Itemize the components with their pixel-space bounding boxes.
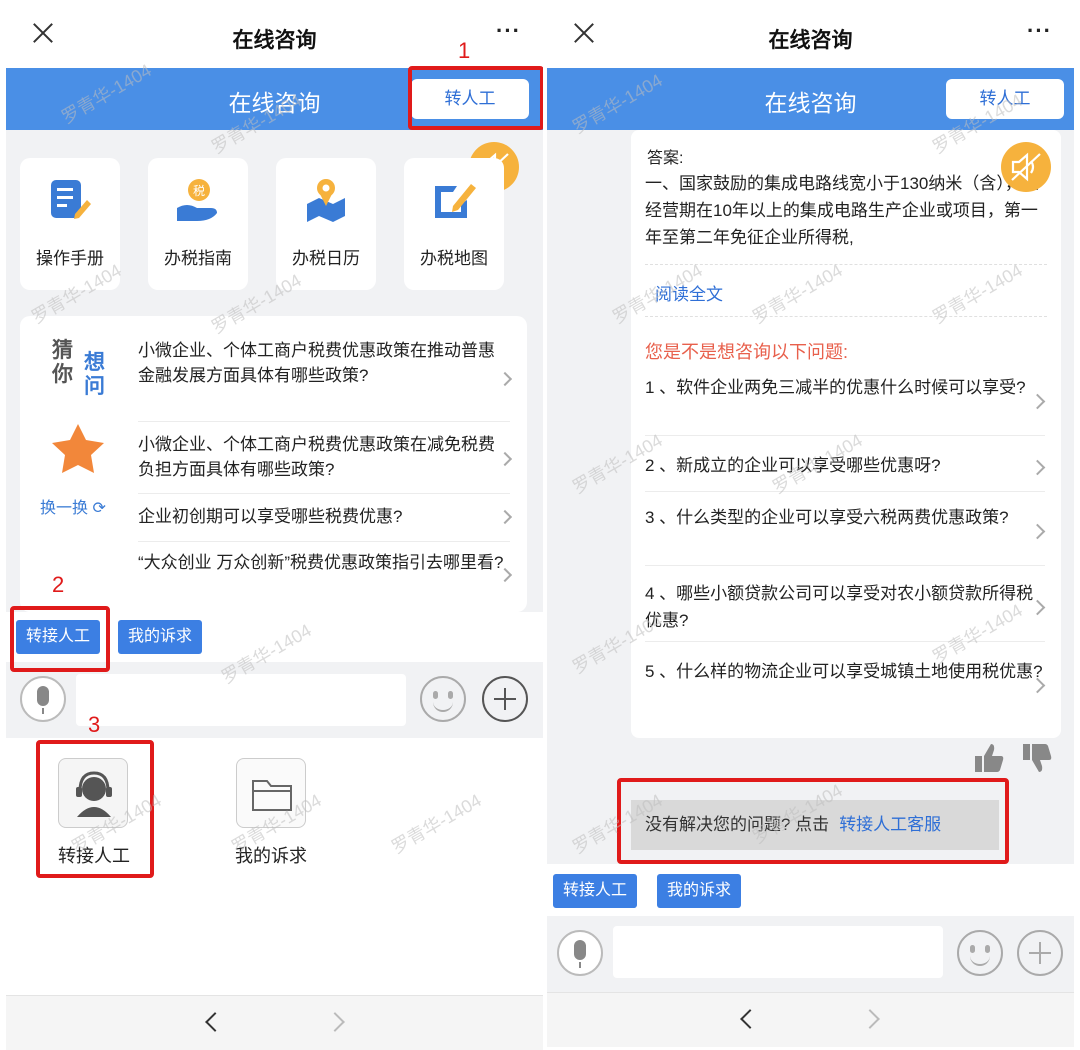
tool-label: 办税日历 — [292, 249, 360, 268]
my-request-button[interactable]: 我的诉求 — [657, 874, 742, 908]
suggestion-title: 您是不是想咨询以下问题: — [645, 342, 848, 362]
more-icon[interactable]: ··· — [1027, 18, 1052, 44]
suggestion-item[interactable]: 1 、软件企业两免三减半的优惠什么时候可以享受? — [645, 374, 1046, 436]
microphone-icon[interactable] — [20, 676, 66, 722]
bottom-nav — [6, 995, 543, 1050]
more-icon[interactable]: ··· — [496, 18, 521, 44]
guess-char-wen: 问 — [84, 375, 105, 398]
microphone-icon[interactable] — [557, 930, 603, 976]
question-text: 企业初创期可以享受哪些税费优惠? — [138, 507, 403, 526]
star-icon — [52, 424, 104, 473]
mute-icon[interactable] — [1001, 142, 1051, 192]
watermark: 罗青华-1404 — [388, 790, 485, 858]
suggestion-text: 4 、哪些小额贷款公司可以享受对农小额贷款所得税优惠? — [645, 584, 1034, 630]
bottom-nav — [547, 992, 1074, 1047]
input-bar — [547, 916, 1074, 992]
forward-icon[interactable] — [325, 1012, 345, 1032]
divider — [645, 316, 1047, 317]
forward-icon[interactable] — [860, 1009, 880, 1029]
input-bar — [6, 662, 543, 738]
tool-tile-manual[interactable]: 操作手册 — [20, 158, 120, 290]
question-text: 小微企业、个体工商户税费优惠政策在推动普惠金融发展方面具体有哪些政策? — [138, 341, 495, 385]
plus-icon[interactable] — [1017, 930, 1063, 976]
folder-icon — [236, 758, 306, 828]
tool-label: 办税指南 — [164, 249, 232, 268]
message-input[interactable] — [613, 926, 943, 978]
question-text: “大众创业 万众创新”税费优惠政策指引去哪里看? — [138, 553, 504, 572]
tool-tile-tax-calendar[interactable]: 办税日历 — [276, 158, 376, 290]
chevron-right-icon — [497, 509, 513, 525]
question-item[interactable]: 企业初创期可以享受哪些税费优惠? — [138, 504, 513, 542]
tax-map-icon — [435, 184, 476, 218]
annotation-box-4 — [617, 778, 1009, 864]
plus-icon[interactable] — [482, 676, 528, 722]
right-screen: 在线咨询 ··· 在线咨询 转人工 答案: 一、国家鼓励的集成电路线宽小于130… — [547, 0, 1074, 1050]
guess-you-ask-card: 猜 你 想 问 换一换 ⟳ 小微企业、个体工商户税费优惠政策在推动普惠金融发展方… — [20, 316, 527, 612]
top-bar: 在线咨询 ··· — [547, 0, 1074, 68]
emoji-icon[interactable] — [420, 676, 466, 722]
annotation-number-3: 3 — [88, 712, 101, 737]
tax-guide-icon: 税 — [177, 179, 217, 221]
answer-bubble: 答案: 一、国家鼓励的集成电路线宽小于130纳米（含），且经营期在10年以上的集… — [631, 130, 1061, 738]
question-item[interactable]: 小微企业、个体工商户税费优惠政策在减免税费负担方面具体有哪些政策? — [138, 432, 513, 494]
thumbs-down-icon[interactable] — [1021, 742, 1053, 774]
chevron-right-icon — [1029, 523, 1046, 540]
suggestion-text: 5 、什么样的物流企业可以享受城镇土地使用税优惠? — [645, 662, 1043, 681]
annotation-number-1: 1 — [458, 38, 471, 63]
chevron-right-icon — [1029, 459, 1046, 476]
tax-calendar-icon — [307, 179, 345, 222]
suggestion-item[interactable]: 3 、什么类型的企业可以享受六税两费优惠政策? — [645, 504, 1046, 566]
answer-text: 一、国家鼓励的集成电路线宽小于130纳米（含），且经营期在10年以上的集成电路生… — [645, 174, 1039, 247]
quick-button-bar: 转接人工 我的诉求 — [547, 864, 1074, 916]
guess-side: 猜 你 想 问 换一换 ⟳ — [40, 330, 120, 600]
emoji-icon[interactable] — [957, 930, 1003, 976]
message-input[interactable] — [76, 674, 406, 726]
answer-label: 答案: — [647, 150, 684, 167]
guess-char-ni: 你 — [52, 363, 73, 386]
manual-icon — [51, 180, 91, 219]
suggestion-text: 3 、什么类型的企业可以享受六税两费优惠政策? — [645, 508, 1009, 527]
transfer-to-human-button[interactable]: 转人工 — [946, 79, 1064, 119]
quick-transfer-button[interactable]: 转接人工 — [553, 874, 638, 908]
left-screen: 在线咨询 ··· 在线咨询 转人工 操作手册 税 办税指南 办税日历 办税地图 — [6, 0, 543, 1050]
ext-label: 我的诉求 — [235, 846, 307, 866]
suggestion-item[interactable]: 4 、哪些小额贷款公司可以享受对农小额贷款所得税优惠? — [645, 580, 1046, 642]
annotation-box-1 — [408, 66, 543, 130]
refresh-questions-button[interactable]: 换一换 ⟳ — [40, 494, 106, 518]
tool-label: 办税地图 — [420, 249, 488, 268]
chevron-right-icon — [497, 371, 513, 387]
tool-tile-tax-map[interactable]: 办税地图 — [404, 158, 504, 290]
chevron-right-icon — [497, 451, 513, 467]
chevron-right-icon — [1029, 393, 1046, 410]
chat-header: 在线咨询 转人工 — [547, 68, 1074, 130]
question-item[interactable]: “大众创业 万众创新”税费优惠政策指引去哪里看? — [138, 550, 513, 606]
page-title: 在线咨询 — [768, 29, 853, 52]
chat-area: 操作手册 税 办税指南 办税日历 办税地图 猜 你 想 问 换一换 ⟳ 小微企业… — [6, 130, 543, 662]
annotation-box-3 — [36, 740, 154, 878]
question-text: 小微企业、个体工商户税费优惠政策在减免税费负担方面具体有哪些政策? — [138, 435, 495, 479]
read-full-text-link[interactable]: 阅读全文 — [655, 280, 723, 305]
back-icon[interactable] — [740, 1009, 760, 1029]
suggestion-text: 2 、新成立的企业可以享受哪些优惠呀? — [645, 456, 941, 475]
divider — [645, 264, 1047, 265]
annotation-number-2: 2 — [52, 572, 65, 597]
tool-label: 操作手册 — [36, 249, 104, 268]
back-icon[interactable] — [205, 1012, 225, 1032]
suggestion-text: 1 、软件企业两免三减半的优惠什么时候可以享受? — [645, 378, 1026, 397]
question-item[interactable]: 小微企业、个体工商户税费优惠政策在推动普惠金融发展方面具体有哪些政策? — [138, 338, 513, 422]
annotation-box-2 — [10, 606, 110, 672]
my-request-button[interactable]: 我的诉求 — [118, 620, 203, 654]
suggestion-item[interactable]: 5 、什么样的物流企业可以享受城镇土地使用税优惠? — [645, 658, 1046, 720]
suggestion-item[interactable]: 2 、新成立的企业可以享受哪些优惠呀? — [645, 452, 1046, 492]
tool-tile-tax-guide[interactable]: 税 办税指南 — [148, 158, 248, 290]
thumbs-up-icon[interactable] — [973, 742, 1005, 774]
svg-text:税: 税 — [193, 184, 205, 198]
